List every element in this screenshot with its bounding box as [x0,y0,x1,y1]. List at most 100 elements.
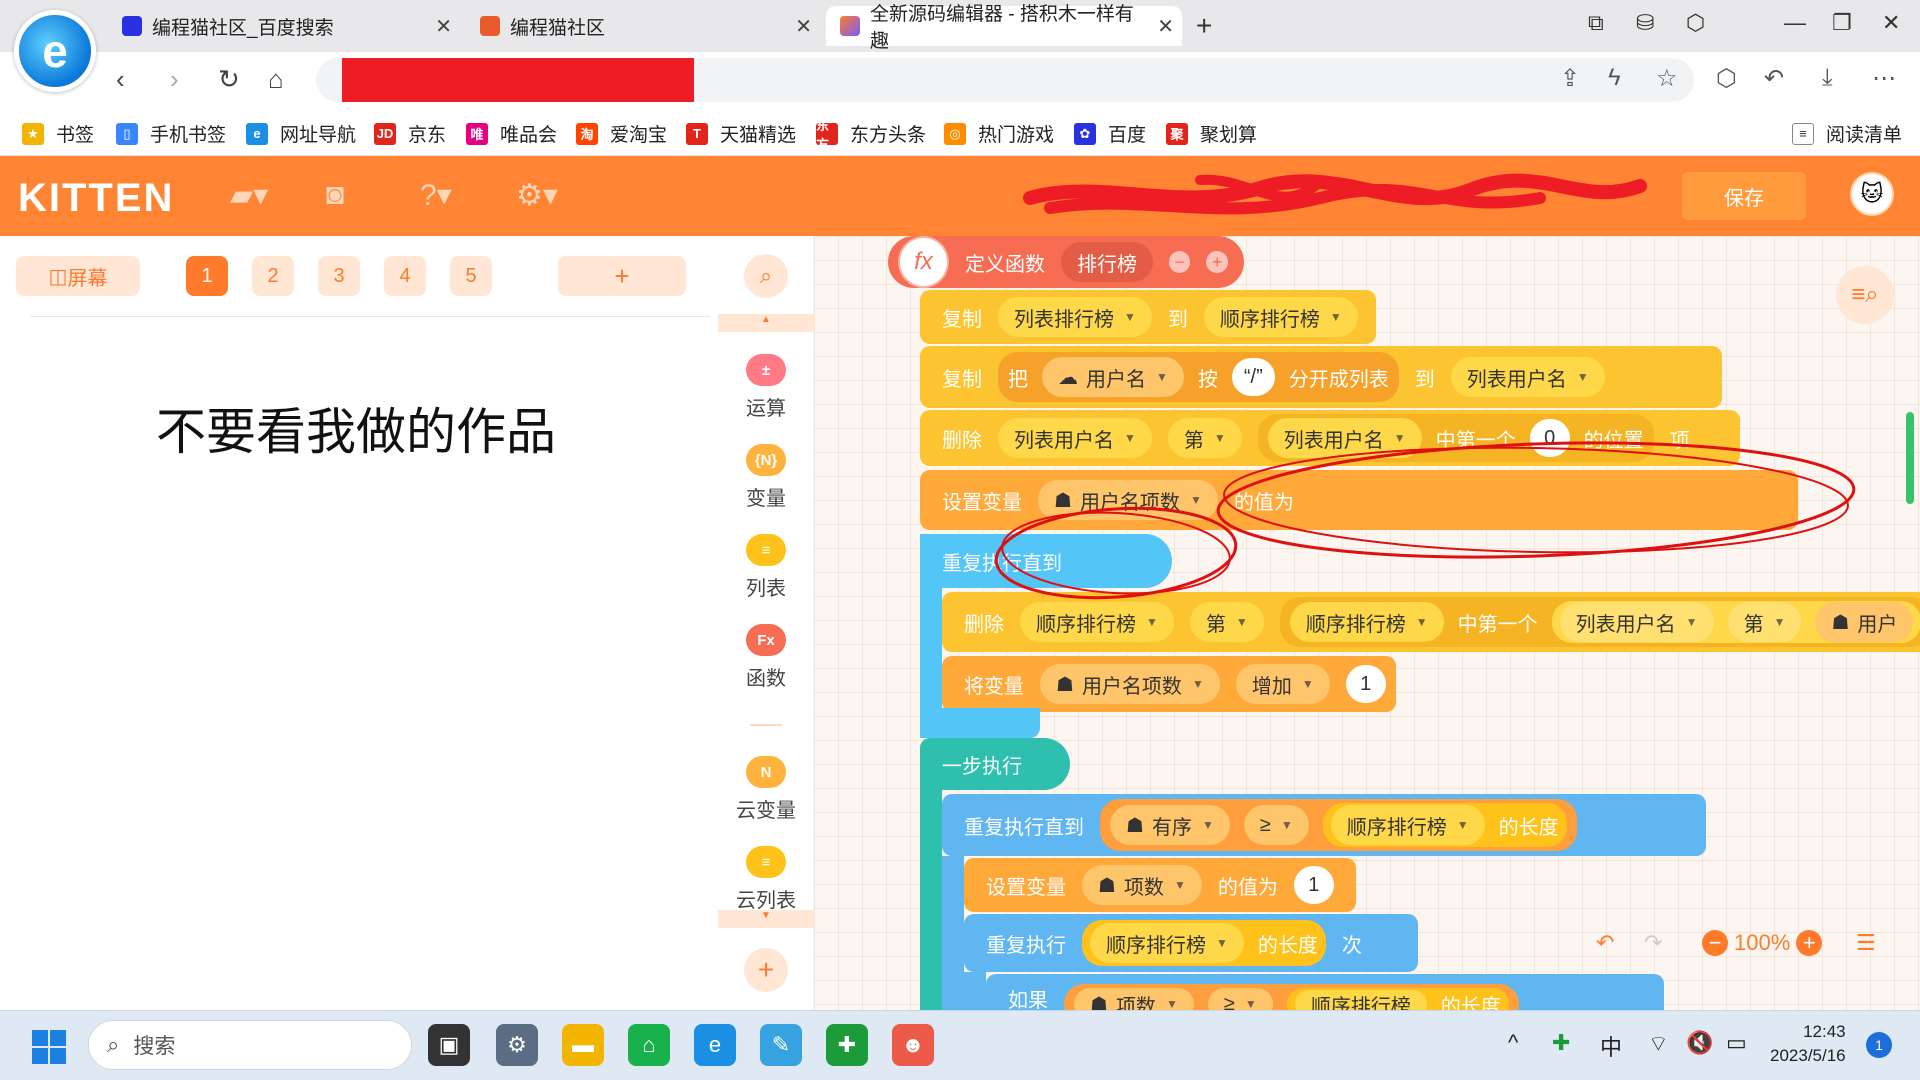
vertical-scrollbar[interactable] [1906,412,1914,504]
number-input[interactable]: 1 [1345,665,1386,703]
variable-dropdown[interactable]: ☗ 用户 [1815,602,1914,642]
compare-expression[interactable]: ☗ 项数 ▼ ≥ ▼ 顺序排行榜 的长度 [1064,984,1519,1010]
list-dropdown[interactable]: 列表排行榜 ▼ [998,297,1152,337]
undo-button[interactable]: ↶ [1596,930,1614,956]
close-icon[interactable]: ✕ [1157,14,1174,39]
compare-expression[interactable]: ☗ 有序 ▼ ≥ ▼ 顺序排行榜 ▼ 的长度 [1100,799,1577,851]
operation-dropdown[interactable]: 增加 ▼ [1235,664,1330,704]
page-button-1[interactable]: 1 [186,256,228,296]
ime-indicator[interactable]: 中 [1600,1030,1622,1062]
split-expression[interactable]: 把 ☁ 用户名 ▼ 按 “/” 分开成列表 [998,352,1399,402]
tab-codemao-community[interactable]: 编程猫社区 ✕ [466,6,820,46]
list-dropdown[interactable]: 列表用户名 ▼ [998,418,1152,458]
scroll-up-bar[interactable]: ▲ [718,314,814,332]
taskbar-search[interactable]: ⌕ 搜索 [88,1020,412,1070]
index-dropdown[interactable]: 第 ▼ [1727,602,1802,642]
operator-dropdown[interactable]: ≥ ▼ [1207,988,1273,1010]
operator-dropdown[interactable]: ≥ ▼ [1243,805,1309,845]
close-icon[interactable]: ✕ [795,14,812,39]
new-tab-button[interactable]: + [1196,10,1212,42]
variable-dropdown[interactable]: ☗ 项数 ▼ [1082,865,1202,905]
number-input[interactable]: 0 [1529,419,1570,457]
list-dropdown[interactable]: 顺序排行榜 ▼ [1203,297,1358,337]
copy-split-block[interactable]: 复制 把 ☁ 用户名 ▼ 按 “/” 分开成列表 到 列表用户名 ▼ [920,346,1722,408]
settings-icon[interactable]: ⚙▾ [516,178,558,213]
list-dropdown[interactable]: 顺序排行榜 ▼ [1020,602,1174,642]
task-view-icon[interactable]: ▣ [428,1024,470,1066]
copy-list-block[interactable]: 复制 列表排行榜 ▼ 到 顺序排行榜 ▼ [920,290,1376,344]
number-input[interactable]: 1 [1293,866,1334,904]
bookmark-item[interactable]: ✿ 百度 [1074,120,1146,147]
variable-dropdown[interactable]: ☗ 用户名项数 ▼ [1038,480,1218,520]
category-item[interactable]: ≡ 列表 [718,534,814,601]
category-item[interactable]: ≡ 云列表 [718,846,814,913]
home-button[interactable]: ⌂ [268,64,284,95]
repeat-until-block[interactable]: 重复执行直到 ☗ 有序 ▼ ≥ ▼ 顺序排行榜 ▼ 的长度 [942,794,1706,856]
clock[interactable]: 12:43 2023/5/16 [1770,1020,1846,1068]
bookmark-item[interactable]: 东方 东方头条 [816,118,926,152]
undo-icon[interactable]: ↶ [1764,64,1784,93]
search-icon[interactable]: ⌕ [744,254,788,298]
step-execute-block[interactable]: 一步执行 [920,738,1070,790]
forward-button[interactable]: › [170,64,179,95]
wifi-icon[interactable]: ⌔ [1648,1030,1669,1058]
list-dropdown[interactable]: 顺序排行榜 ▼ [1090,923,1244,963]
bookmark-item[interactable]: e 网址导航 [246,120,356,147]
download-icon[interactable]: ⤓ [1822,64,1833,92]
maximize-button[interactable]: ❐ [1832,10,1852,36]
bookmark-item[interactable]: JD 京东 [374,120,446,147]
plus-icon[interactable]: + [1206,251,1228,273]
bookmark-item[interactable]: ▯ 手机书签 [116,120,226,147]
backpack-icon[interactable]: ◙ [326,178,344,212]
paint-icon[interactable]: ✎ [760,1024,802,1066]
refresh-button[interactable]: ↻ [218,64,240,95]
set-variable-block[interactable]: 设置变量 ☗ 项数 ▼ 的值为 1 [964,858,1356,912]
item-of-expression[interactable]: 列表用户名 ▼ 第 ▼ ☗ 用户 [1551,601,1920,643]
separator-input[interactable]: “/” [1231,358,1275,396]
add-screen-button[interactable]: + [558,256,686,296]
folder-icon[interactable]: ▰▾ [230,178,268,213]
volume-muted-icon[interactable]: 🔇 [1686,1030,1713,1056]
tab-actions-icon[interactable]: ⧉ [1588,10,1604,36]
zoom-control[interactable]: − 100% + [1702,930,1823,956]
game-app-icon[interactable]: ✚ [826,1024,868,1066]
tab-editor[interactable]: 全新源码编辑器 - 搭积木一样有趣 ✕ [826,4,1182,52]
function-name[interactable]: 排行榜 [1060,242,1153,282]
page-button-5[interactable]: 5 [450,256,492,296]
minimize-button[interactable]: — [1784,10,1806,36]
list-dropdown[interactable]: 列表用户名 ▼ [1450,357,1605,397]
scroll-down-bar[interactable]: ▼ [718,910,814,928]
index-dropdown[interactable]: 第 ▼ [1189,602,1264,642]
tray-app-icon[interactable]: ✚ [1552,1030,1570,1056]
length-expression[interactable]: 顺序排行榜 ▼ 的长度 [1082,920,1326,966]
file-explorer-icon[interactable]: ▬ [562,1024,604,1066]
variable-dropdown[interactable]: ☗ 用户名项数 ▼ [1040,664,1220,704]
define-function-block[interactable]: fx 定义函数 排行榜 − + [888,236,1244,288]
category-item[interactable]: ± 运算 [718,354,814,421]
windows-start-icon[interactable] [32,1030,66,1064]
battery-icon[interactable]: ▭ [1726,1030,1747,1056]
delete-item-block[interactable]: 删除 顺序排行榜 ▼ 第 ▼ 顺序排行榜 ▼ 中第一个 列表用户名 ▼ 第 ▼ ☗ 用户 [942,592,1920,652]
index-of-expression[interactable]: 列表用户名 ▼ 中第一个 0 的位置 [1257,414,1654,462]
bookmark-item[interactable]: 淘爱淘宝 [576,120,667,147]
kitten-app-icon[interactable]: ☻ [892,1024,934,1066]
change-variable-block[interactable]: 将变量 ☗ 用户名项数 ▼ 增加 ▼ 1 [942,656,1396,712]
more-menu-icon[interactable]: ⋯ [1872,64,1896,93]
length-expression[interactable]: 顺序排行榜 的长度 [1286,988,1509,1010]
repeat-times-block[interactable]: 重复执行 顺序排行榜 ▼ 的长度 次 [964,914,1418,972]
add-extension-button[interactable]: + [744,948,788,992]
reading-list-button[interactable]: ≡ 阅读清单 [1792,120,1902,147]
bookmark-item[interactable]: T 天猫精选 [686,120,796,147]
list-dropdown[interactable]: 顺序排行榜 ▼ [1289,602,1444,642]
repeat-until-block[interactable]: 重复执行直到 [920,534,1172,588]
share-icon[interactable]: ⇪ [1560,64,1580,93]
variable-dropdown[interactable]: ☗ 有序 ▼ [1110,805,1230,845]
help-icon[interactable]: ?▾ [420,178,452,213]
category-item[interactable]: N 云变量 [718,756,814,823]
screen-button[interactable]: ◫ 屏幕 [16,256,140,296]
page-button-2[interactable]: 2 [252,256,294,296]
if-block[interactable]: 如果 ☗ 项数 ▼ ≥ ▼ 顺序排行榜 的长度 [986,974,1664,1010]
zoom-out-icon[interactable]: − [1702,930,1728,956]
incognito-icon[interactable]: ⛁ [1636,10,1654,36]
bookmark-item[interactable]: ★ 书签 [22,120,94,147]
